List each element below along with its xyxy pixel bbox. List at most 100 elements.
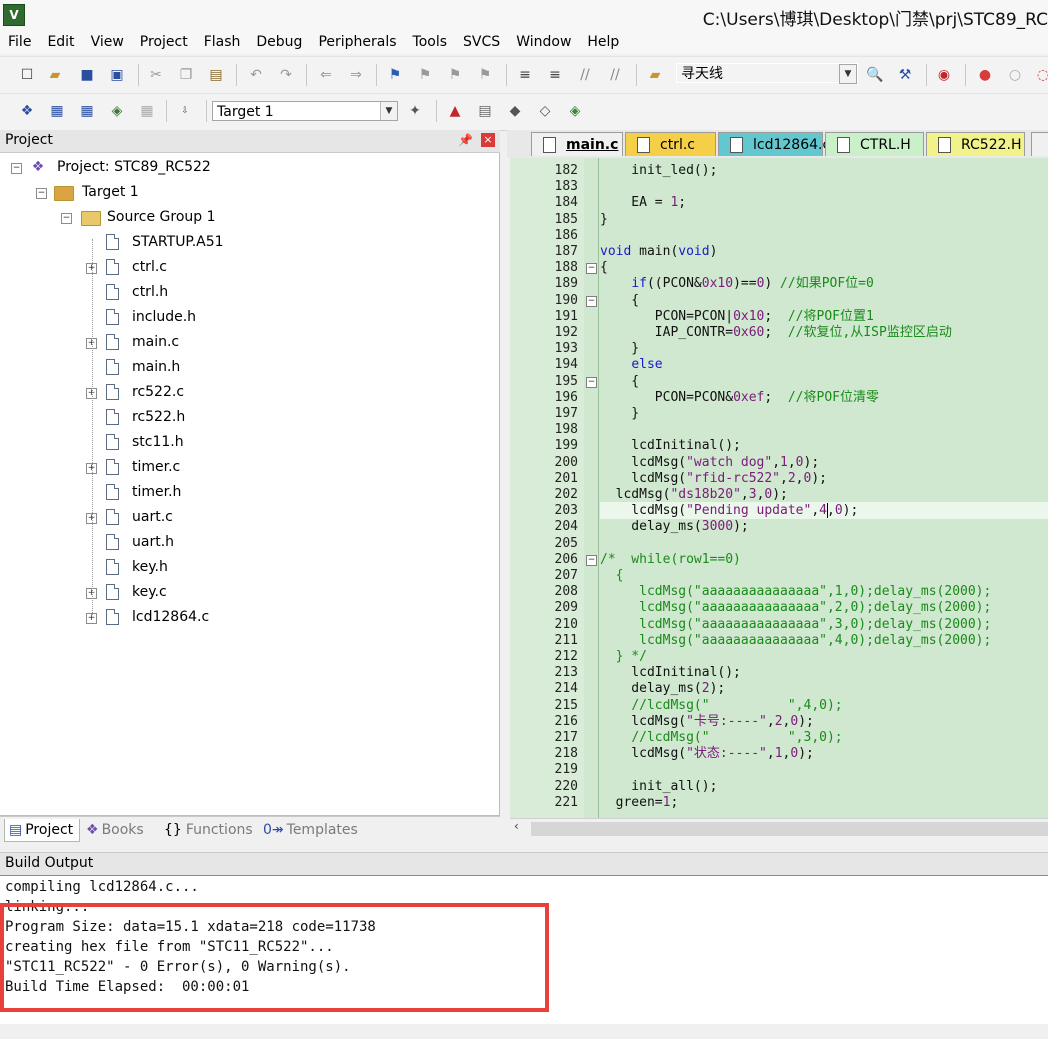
fold-toggle-icon[interactable]: − — [586, 554, 597, 566]
fold-toggle-icon[interactable]: − — [586, 376, 597, 388]
code-line: lcdMsg("aaaaaaaaaaaaaaa",2,0);delay_ms(2… — [600, 600, 991, 616]
debug-session-icon[interactable]: ◉ — [935, 66, 953, 84]
fold-toggle-icon[interactable]: − — [586, 263, 597, 275]
prev-bookmark-icon[interactable]: ⚑ — [416, 66, 434, 84]
paste-icon[interactable]: ▤ — [207, 66, 225, 84]
build-output-title: Build Output — [5, 855, 94, 871]
chevron-down-icon[interactable]: ▼ — [839, 64, 857, 84]
target-options-icon[interactable]: ✦ — [406, 102, 424, 120]
manage-books-icon[interactable]: ▤ — [476, 102, 494, 120]
tree-item[interactable]: − Target 1 — [0, 180, 495, 204]
tree-item[interactable]: + key.c — [0, 580, 495, 604]
editor-tab[interactable]: RC522.H — [926, 132, 1025, 156]
tree-item[interactable]: main.h — [0, 355, 495, 379]
menu-window[interactable]: Window — [508, 30, 579, 54]
tab-books[interactable]: ❖ Books — [86, 819, 144, 841]
pack-installer-icon[interactable]: ◆ — [506, 102, 524, 120]
batch-build-icon[interactable]: ◈ — [108, 102, 126, 120]
rebuild-icon[interactable]: ▦ — [78, 102, 96, 120]
code-editor[interactable]: 182 183 184 185 186 187 188 189 190 191 192 193 194 1… — [510, 158, 1048, 818]
tree-item[interactable]: timer.h — [0, 480, 495, 504]
collapse-icon[interactable]: − — [11, 163, 22, 174]
save-icon[interactable]: ■ — [78, 66, 96, 84]
disable-breakpoint-icon[interactable]: ○ — [1006, 66, 1024, 84]
breakpoint-icon[interactable]: ● — [976, 66, 994, 84]
menu-view[interactable]: View — [83, 30, 132, 54]
tab-project[interactable]: ▤ Project — [4, 819, 80, 842]
redo-icon[interactable]: ↷ — [277, 66, 295, 84]
scroll-left-icon[interactable]: ‹ — [514, 819, 519, 833]
manage-project-icon[interactable]: ▲ — [446, 102, 464, 120]
tree-item[interactable]: + timer.c — [0, 455, 495, 479]
find-icon[interactable]: 🔍 — [866, 66, 884, 84]
unindent-icon[interactable]: ≡ — [546, 66, 564, 84]
next-bookmark-icon[interactable]: ⚑ — [446, 66, 464, 84]
pin-icon[interactable]: 📌 — [458, 133, 473, 147]
collapse-icon[interactable]: − — [61, 213, 72, 224]
target-select[interactable]: Target 1 ▼ — [212, 101, 398, 121]
tree-item[interactable]: + rc522.c — [0, 380, 495, 404]
select-pack-icon[interactable]: ◇ — [536, 102, 554, 120]
nav-back-icon[interactable]: ⇐ — [317, 66, 335, 84]
tree-item[interactable]: include.h — [0, 305, 495, 329]
editor-tab[interactable]: CTRL.H — [825, 132, 924, 156]
uncomment-icon[interactable]: // — [606, 66, 624, 84]
editor-tab[interactable]: ctrl.c — [625, 132, 716, 156]
close-icon[interactable]: × — [481, 133, 495, 147]
menu-peripherals[interactable]: Peripherals — [310, 30, 404, 54]
build-icon[interactable]: ▦ — [48, 102, 66, 120]
copy-icon[interactable]: ❐ — [177, 66, 195, 84]
tree-item[interactable]: uart.h — [0, 530, 495, 554]
menu-file[interactable]: File — [0, 30, 39, 54]
project-panel-title: Project — [5, 132, 53, 148]
find-in-files-icon[interactable]: ▰ — [646, 66, 664, 84]
comment-icon[interactable]: // — [576, 66, 594, 84]
open-folder-icon[interactable]: ▰ — [46, 66, 64, 84]
collapse-icon[interactable]: − — [36, 188, 47, 199]
cut-icon[interactable]: ✂ — [147, 66, 165, 84]
tree-item[interactable]: + uart.c — [0, 505, 495, 529]
undo-icon[interactable]: ↶ — [247, 66, 265, 84]
tree-item[interactable]: STARTUP.A51 — [0, 230, 495, 254]
menu-svcs[interactable]: SVCS — [455, 30, 508, 54]
menu-debug[interactable]: Debug — [248, 30, 310, 54]
kill-breakpoints-icon[interactable]: ◌ — [1034, 66, 1048, 84]
menu-tools[interactable]: Tools — [405, 30, 456, 54]
tree-item[interactable]: ctrl.h — [0, 280, 495, 304]
search-combo[interactable]: 寻天线 ▼ — [676, 63, 858, 84]
editor-tab[interactable]: lcd12864.c — [718, 132, 830, 156]
tree-item[interactable]: rc522.h — [0, 405, 495, 429]
code-line: //lcdMsg(" ",4,0); — [600, 698, 842, 714]
tree-item[interactable]: − ❖ Project: STC89_RC522 — [0, 155, 495, 179]
code-token: "卡号:----" — [686, 713, 767, 729]
clear-bookmarks-icon[interactable]: ⚑ — [476, 66, 494, 84]
editor-tab[interactable]: main.c — [531, 132, 623, 156]
stop-build-icon[interactable]: ▦ — [138, 102, 156, 120]
menu-flash[interactable]: Flash — [196, 30, 249, 54]
chevron-down-icon[interactable]: ▼ — [380, 102, 397, 120]
menu-project[interactable]: Project — [132, 30, 196, 54]
bookmark-icon[interactable]: ⚑ — [386, 66, 404, 84]
new-file-icon[interactable]: ☐ — [18, 66, 36, 84]
save-all-icon[interactable]: ▣ — [108, 66, 126, 84]
editor-tab-overflow[interactable] — [1031, 132, 1048, 156]
incremental-find-icon[interactable]: ⚒ — [896, 66, 914, 84]
menu-help[interactable]: Help — [579, 30, 627, 54]
load-icon[interactable]: ⇩ — [176, 102, 194, 120]
manage-rte-icon[interactable]: ◈ — [566, 102, 584, 120]
menu-edit[interactable]: Edit — [39, 30, 82, 54]
tree-item[interactable]: + lcd12864.c — [0, 605, 495, 629]
indent-icon[interactable]: ≡ — [516, 66, 534, 84]
tree-item[interactable]: + ctrl.c — [0, 255, 495, 279]
tree-item[interactable]: key.h — [0, 555, 495, 579]
fold-toggle-icon[interactable]: − — [586, 295, 597, 307]
scrollbar-thumb[interactable] — [531, 822, 1048, 836]
tree-item[interactable]: − Source Group 1 — [0, 205, 495, 229]
tree-item[interactable]: + main.c — [0, 330, 495, 354]
nav-forward-icon[interactable]: ⇒ — [347, 66, 365, 84]
translate-icon[interactable]: ❖ — [18, 102, 36, 120]
tree-item[interactable]: stc11.h — [0, 430, 495, 454]
code-token: PCON=PCON| — [600, 308, 734, 324]
tab-functions[interactable]: {} Functions — [164, 819, 253, 841]
tab-templates[interactable]: 0↠ Templates — [263, 819, 358, 841]
